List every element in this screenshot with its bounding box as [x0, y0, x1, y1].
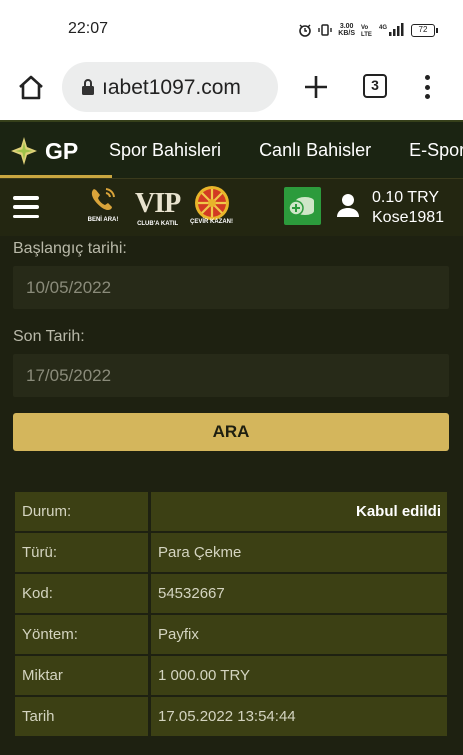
phone-icon	[91, 188, 115, 210]
star-logo-icon	[11, 137, 37, 165]
promo-vip-label: CLUB'A KATIL	[137, 221, 179, 227]
lock-icon	[82, 79, 94, 95]
user-icon[interactable]	[337, 193, 359, 217]
promo-call-label: BENİ ARA!	[87, 217, 119, 223]
svg-text:LTE: LTE	[361, 32, 372, 37]
detail-row-method: Yöntem: Payfix	[15, 615, 447, 654]
detail-row-amount: Miktar 1 000.00 TRY	[15, 656, 447, 695]
browser-menu-icon[interactable]	[415, 72, 439, 102]
promo-spin-wheel[interactable]: ÇEVİR KAZAN!	[190, 185, 233, 225]
alarm-icon	[299, 24, 312, 37]
logo-text: GP	[45, 137, 79, 164]
promo-vip-club[interactable]: VIP CLUB'A KATIL	[135, 188, 181, 228]
home-icon[interactable]	[16, 73, 46, 103]
balance-amount: 0.10 TRY	[372, 189, 440, 206]
account-info[interactable]: 0.10 TRY Kose1981	[372, 188, 444, 228]
main-content: Başlangıç tarihi: 10/05/2022 Son Tarih: …	[0, 236, 463, 755]
site-nav: GP Spor Bahisleri Canlı Bahisler E-Spor	[0, 120, 463, 178]
vibrate-icon	[318, 24, 332, 36]
nav-link-canli-bahisler[interactable]: Canlı Bahisler	[259, 140, 371, 161]
wheel-icon	[194, 186, 229, 220]
deposit-button[interactable]	[284, 187, 321, 225]
detail-key: Yöntem:	[15, 615, 148, 654]
promo-wheel-label: ÇEVİR KAZAN!	[190, 219, 233, 225]
detail-row-date: Tarih 17.05.2022 13:54:44	[15, 697, 447, 736]
detail-key: Kod:	[15, 574, 148, 613]
promo-call-me[interactable]: BENİ ARA!	[86, 185, 120, 223]
start-date-input[interactable]: 10/05/2022	[13, 266, 449, 309]
volte-icon: VoLTE	[361, 25, 372, 37]
status-bar: 22:07 3.00 KB/S Vo LTE 4G 72	[0, 0, 463, 58]
battery-icon: 72	[411, 23, 438, 37]
net-speed-unit: KB/S	[338, 30, 355, 37]
svg-text:4G: 4G	[379, 25, 387, 31]
detail-row-type: Türü: Para Çekme	[15, 533, 447, 572]
detail-value: 54532667	[151, 574, 447, 613]
net-speed-value: 3.00	[339, 23, 354, 30]
search-button[interactable]: ARA	[13, 413, 449, 451]
new-tab-icon[interactable]	[301, 72, 331, 102]
hamburger-menu-icon[interactable]	[13, 196, 39, 218]
nav-link-e-spor[interactable]: E-Spor	[409, 140, 463, 161]
svg-text:Vo: Vo	[361, 25, 369, 31]
status-icons: 3.00 KB/S Vo LTE 4G 72	[298, 20, 438, 40]
detail-key: Miktar	[15, 656, 148, 695]
detail-key: Durum:	[15, 492, 148, 531]
detail-value: Payfix	[151, 615, 447, 654]
detail-row-code: Kod: 54532667	[15, 574, 447, 613]
url-text: ıabet1097.com	[102, 76, 241, 99]
detail-value: 1 000.00 TRY	[151, 656, 447, 695]
network-speed: 3.00 KB/S	[338, 23, 355, 37]
end-date-label: Son Tarih:	[13, 328, 85, 345]
vip-logo-text: VIP	[135, 188, 181, 219]
status-time: 22:07	[68, 20, 109, 37]
nav-link-spor-bahisleri[interactable]: Spor Bahisleri	[109, 140, 221, 161]
end-date-input[interactable]: 17/05/2022	[13, 354, 449, 397]
browser-toolbar: ıabet1097.com 3	[0, 58, 463, 120]
address-bar[interactable]: ıabet1097.com	[62, 62, 278, 112]
detail-value: Kabul edildi	[151, 492, 447, 531]
username: Kose1981	[372, 209, 445, 226]
coins-icon	[288, 197, 314, 216]
signal-icon: 4G	[379, 23, 404, 36]
account-bar: BENİ ARA! VIP CLUB'A KATIL ÇEVİR KAZAN! …	[0, 178, 463, 236]
tab-switcher-button[interactable]: 3	[363, 74, 387, 98]
nav-links: Spor Bahisleri Canlı Bahisler E-Spor	[109, 140, 463, 161]
start-date-label: Başlangıç tarihi:	[13, 240, 127, 257]
detail-row-status: Durum: Kabul edildi	[15, 492, 447, 531]
site-logo[interactable]: GP	[9, 136, 78, 166]
detail-value: 17.05.2022 13:54:44	[151, 697, 447, 736]
detail-key: Tarih	[15, 697, 148, 736]
detail-key: Türü:	[15, 533, 148, 572]
detail-value: Para Çekme	[151, 533, 447, 572]
